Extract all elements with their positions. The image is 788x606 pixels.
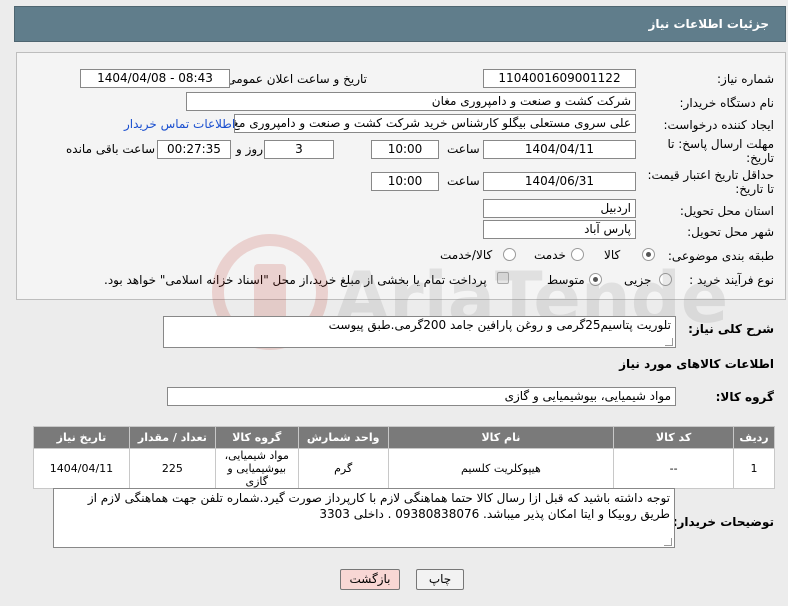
radio-goods-service[interactable] xyxy=(503,248,516,261)
category-label: طبقه بندی موضوعی: xyxy=(667,249,774,263)
radio-medium-label: متوسط xyxy=(547,273,585,287)
payment-note: پرداخت تمام یا بخشی از مبلغ خرید،از محل … xyxy=(104,273,487,287)
announce-field: 1404/04/08 - 08:43 xyxy=(80,69,230,88)
cell-goods-name: هیپوکلریت کلسیم xyxy=(387,448,615,489)
cell-goods-group: مواد شیمیایی، بیوشیمیایی و گازی xyxy=(214,448,299,489)
buyer-notes-text: توجه داشته باشید که قبل ازا رسال کالا حت… xyxy=(87,491,670,521)
deadline-label-2: تاریخ: xyxy=(746,151,774,165)
process-label: نوع فرآیند خرید : xyxy=(689,273,774,287)
radio-medium[interactable] xyxy=(589,273,602,286)
city-field: پارس آباد xyxy=(483,220,636,239)
table-row: 1404/04/11 225 مواد شیمیایی، بیوشیمیایی … xyxy=(33,448,776,489)
deadline-time-field: 10:00 xyxy=(371,140,439,159)
col-goods-name: نام کالا xyxy=(387,426,615,449)
province-label: استان محل تحویل: xyxy=(679,204,774,218)
treasury-checkbox[interactable] xyxy=(497,272,509,284)
description-label: شرح کلی نیاز: xyxy=(688,322,774,336)
buyer-notes-field[interactable]: توجه داشته باشید که قبل ازا رسال کالا حت… xyxy=(53,488,675,548)
page-header: جزئیات اطلاعات نیاز xyxy=(14,6,786,42)
need-number-label: شماره نیاز: xyxy=(717,72,774,86)
announce-label: تاریخ و ساعت اعلان عمومی: xyxy=(222,72,367,86)
cell-row: 1 xyxy=(732,448,776,489)
radio-service[interactable] xyxy=(571,248,584,261)
radio-minor-label: جزیی xyxy=(624,273,652,287)
cell-need-date: 1404/04/11 xyxy=(33,448,130,489)
page-title: جزئیات اطلاعات نیاز xyxy=(648,17,769,31)
goods-group-field: مواد شیمیایی، بیوشیمیایی و گازی xyxy=(167,387,676,406)
col-goods-group: گروه کالا xyxy=(214,426,299,449)
table-header-row: تاریخ نیاز تعداد / مقدار گروه کالا واحد … xyxy=(33,426,776,449)
radio-goods[interactable] xyxy=(642,248,655,261)
remaining-time-field: 00:27:35 xyxy=(157,140,231,159)
col-goods-code: کد کالا xyxy=(613,426,734,449)
creator-field: علی سروی مستعلی بیگلو کارشناس خرید شرکت … xyxy=(234,114,636,133)
contact-info-link[interactable]: اطلاعات تماس خریدار xyxy=(124,117,235,131)
col-need-date: تاریخ نیاز xyxy=(33,426,130,449)
cell-goods-code: -- xyxy=(613,448,734,489)
need-number-field: 1104001609001122 xyxy=(483,69,636,88)
creator-label: ایجاد کننده درخواست: xyxy=(663,118,774,132)
back-button[interactable]: بازگشت xyxy=(340,569,400,590)
description-field[interactable]: تلوریت پتاسیم25گرمی و روغن پارافین جامد … xyxy=(163,316,676,348)
goods-group-label: گروه کالا: xyxy=(715,390,774,404)
cell-quantity: 225 xyxy=(128,448,216,489)
price-date-field: 1404/06/31 xyxy=(483,172,636,191)
radio-goods-service-label: کالا/خدمت xyxy=(440,248,493,262)
province-field: اردبیل xyxy=(483,199,636,218)
description-text: تلوریت پتاسیم25گرمی و روغن پارافین جامد … xyxy=(328,318,671,332)
days-label: روز و xyxy=(236,142,263,156)
remaining-label: ساعت باقی مانده xyxy=(66,142,156,156)
cell-unit: گرم xyxy=(297,448,389,489)
price-time-label: ساعت xyxy=(447,174,480,188)
deadline-label: مهلت ارسال پاسخ: تا xyxy=(667,137,774,151)
buyer-org-label: نام دستگاه خریدار: xyxy=(679,96,775,110)
resize-handle[interactable] xyxy=(665,338,673,346)
buyer-org-field: شرکت کشت و صنعت و دامپروری مغان xyxy=(186,92,636,111)
resize-handle[interactable] xyxy=(664,538,672,546)
radio-minor[interactable] xyxy=(659,273,672,286)
items-table: تاریخ نیاز تعداد / مقدار گروه کالا واحد … xyxy=(33,426,776,489)
radio-goods-label: کالا xyxy=(604,248,621,262)
deadline-date-field: 1404/04/11 xyxy=(483,140,636,159)
buyer-notes-label: توضیحات خریدار: xyxy=(672,515,774,529)
radio-service-label: خدمت xyxy=(534,248,566,262)
price-validity-label: حداقل تاریخ اعتبار قیمت: xyxy=(647,168,774,182)
price-validity-label-2: تا تاریخ: xyxy=(735,182,774,196)
days-field: 3 xyxy=(264,140,334,159)
price-time-field: 10:00 xyxy=(371,172,439,191)
goods-section-title: اطلاعات کالاهای مورد نیاز xyxy=(619,357,774,371)
city-label: شهر محل تحویل: xyxy=(687,225,774,239)
col-row: ردیف xyxy=(732,426,776,449)
print-button[interactable]: چاپ xyxy=(416,569,464,590)
deadline-time-label: ساعت xyxy=(447,142,480,156)
col-unit: واحد شمارش xyxy=(297,426,389,449)
col-quantity: تعداد / مقدار xyxy=(128,426,216,449)
